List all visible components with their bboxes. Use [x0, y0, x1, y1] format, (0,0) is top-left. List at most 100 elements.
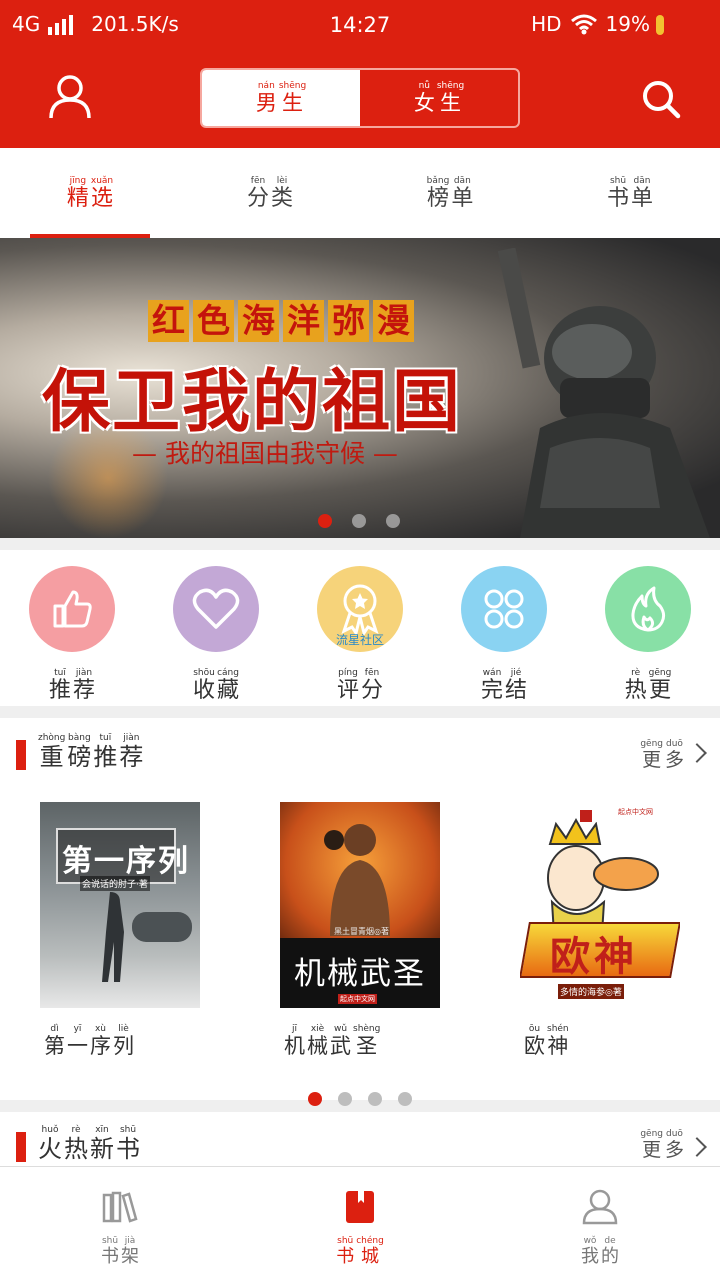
- thumbs-up-icon[interactable]: [29, 566, 115, 652]
- pinyin-reading: bàng: [68, 733, 91, 743]
- pinyin-reading: shū: [609, 175, 627, 186]
- nav-bookstore[interactable]: shū 书 chéng 城: [240, 1167, 480, 1280]
- pinyin-char: de 的: [601, 1237, 619, 1266]
- pinyin-char: dān 单: [631, 176, 653, 210]
- pinyin-reading: jià: [124, 1236, 136, 1246]
- watermark-text: 流星社区: [335, 633, 384, 647]
- tab-booklists[interactable]: shū 书 dān 单: [540, 148, 720, 238]
- pinyin-reading: wǒ: [583, 1236, 597, 1246]
- banner-dot[interactable]: [386, 514, 400, 528]
- pinyin-reading: bǎng: [426, 175, 450, 186]
- pinyin-label: nán 男 shēng 生: [256, 82, 306, 114]
- hot-new-section: huǒ 火 rè 热 xīn 新 shū 书 gēng 更 duō 多: [0, 1112, 720, 1172]
- hanzi-char: 欧: [524, 1034, 545, 1058]
- recommend-books: 第一序列 会说话的肘子·著 dì 第 yī 一 xù 序 liè 列 机械武圣 黑土冒青烟◎著 起点中文…: [0, 802, 720, 1057]
- pinyin-reading: xiè: [310, 1024, 325, 1034]
- book-cover[interactable]: 欧神 多情的海参◎著 起点中文网: [520, 802, 680, 1008]
- book-title[interactable]: jī 机 xiè 械 wǔ 武 shèng 圣: [284, 1016, 380, 1057]
- user-icon[interactable]: [48, 74, 92, 120]
- chevron-right-icon[interactable]: [687, 743, 707, 763]
- top-nav: nán 男 shēng 生 nǚ 女 shēng 生: [0, 60, 720, 140]
- banner-tag-char: 海: [238, 300, 279, 342]
- hanzi-char: 更: [649, 678, 672, 703]
- hanzi-char: 书: [101, 1246, 119, 1267]
- pinyin-char: jiàn 荐: [119, 734, 143, 770]
- search-icon[interactable]: [640, 78, 682, 120]
- banner-dot[interactable]: [318, 514, 332, 528]
- pinyin-reading: píng: [338, 668, 358, 678]
- bookshelf-icon[interactable]: [100, 1187, 140, 1237]
- banner-dot[interactable]: [352, 514, 366, 528]
- books-page-dot[interactable]: [368, 1092, 382, 1106]
- books-page-dot[interactable]: [398, 1092, 412, 1106]
- tab-female[interactable]: nǚ 女 shēng 生: [360, 70, 518, 126]
- tab-featured[interactable]: jīng 精 xuǎn 选: [0, 148, 180, 238]
- pinyin-char: nǚ 女: [414, 82, 435, 114]
- book-title[interactable]: ōu 欧 shén 神: [524, 1016, 569, 1057]
- hanzi-char: 更: [642, 749, 662, 771]
- medal-icon[interactable]: 流星社区: [317, 566, 403, 652]
- wifi-icon: [570, 14, 597, 35]
- tab-categories[interactable]: fēn 分 lèi 类: [180, 148, 360, 238]
- pinyin-char: shèng 圣: [353, 1025, 380, 1057]
- books-page-dot[interactable]: [308, 1092, 322, 1106]
- pinyin-char: jīng 精: [66, 176, 89, 211]
- hanzi-char: 书: [606, 185, 629, 211]
- quick-favorites[interactable]: shōu 收 cáng 藏: [144, 550, 288, 706]
- nav-bookshelf[interactable]: shū 书 jià 架: [0, 1167, 240, 1280]
- hanzi-char: 城: [360, 1246, 379, 1267]
- pinyin-char: yī 一: [67, 1025, 88, 1057]
- hanzi-char: 序: [90, 1034, 111, 1058]
- pinyin-char: dì 第: [44, 1025, 65, 1057]
- book-european-god[interactable]: 欧神 多情的海参◎著 起点中文网 ōu 欧 shén 神: [520, 802, 680, 1057]
- pinyin-reading: wán: [482, 668, 502, 678]
- recommend-more-link[interactable]: gēng 更 duō 多: [640, 740, 684, 770]
- book-title[interactable]: dì 第 yī 一 xù 序 liè 列: [44, 1016, 134, 1057]
- pinyin-reading: cáng: [217, 668, 239, 678]
- pinyin-label: píng 评 fēn 分: [337, 669, 383, 702]
- nav-profile[interactable]: wǒ 我 de 的: [480, 1167, 720, 1280]
- pinyin-reading: zhòng: [38, 733, 66, 743]
- pinyin-reading: rè: [71, 1125, 81, 1135]
- hanzi-char: 圣: [356, 1034, 378, 1058]
- quick-hot-updates[interactable]: rè 热 gēng 更: [576, 550, 720, 706]
- hanzi-char: 藏: [217, 678, 240, 703]
- book-first-sequence[interactable]: 第一序列 会说话的肘子·著 dì 第 yī 一 xù 序 liè 列: [40, 802, 200, 1057]
- pinyin-label: tuī 推 jiàn 荐: [49, 669, 95, 702]
- hanzi-char: 男: [255, 91, 277, 115]
- hanzi-char: 精: [66, 185, 89, 211]
- pinyin-reading: shōu: [193, 668, 215, 678]
- quick-rating[interactable]: 流星社区 píng 评 fēn 分: [288, 550, 432, 706]
- flame-icon[interactable]: [605, 566, 691, 652]
- pinyin-label: wán 完 jié 结: [481, 669, 527, 702]
- cover-title: 欧神: [550, 934, 638, 980]
- promo-banner[interactable]: 红色海洋弥漫 保卫我的祖国 — 我的祖国由我守候 —: [0, 238, 720, 538]
- books-page-dot[interactable]: [338, 1092, 352, 1106]
- bookstore-icon[interactable]: [340, 1187, 380, 1237]
- hot-new-more-link[interactable]: gēng 更 duō 多: [640, 1130, 684, 1160]
- chevron-right-icon[interactable]: [687, 1137, 707, 1157]
- tab-male[interactable]: nán 男 shēng 生: [202, 70, 360, 126]
- pinyin-label: shōu 收 cáng 藏: [193, 669, 239, 702]
- clover-icon[interactable]: [461, 566, 547, 652]
- pinyin-reading: chéng: [356, 1236, 384, 1246]
- pinyin-label: bǎng 榜 dān 单: [426, 175, 474, 210]
- book-mechanical-saint[interactable]: 机械武圣 黑土冒青烟◎著 起点中文网 jī 机 xiè 械 wǔ 武 shèng 圣: [280, 802, 440, 1057]
- heart-icon[interactable]: [173, 566, 259, 652]
- book-cover[interactable]: 机械武圣 黑土冒青烟◎著 起点中文网: [280, 802, 440, 1008]
- pinyin-char: jià 架: [121, 1237, 139, 1266]
- bottom-nav: shū 书 jià 架 shū 书 chéng 城 wǒ 我 de 的: [0, 1166, 720, 1280]
- hanzi-char: 选: [90, 185, 113, 211]
- pinyin-char: liè 列: [113, 1025, 134, 1057]
- quick-recommend[interactable]: tuī 推 jiàn 荐: [0, 550, 144, 706]
- hanzi-char: 完: [480, 678, 503, 703]
- profile-icon[interactable]: [580, 1187, 620, 1237]
- pinyin-char: shū 书: [336, 1237, 354, 1266]
- quick-completed[interactable]: wán 完 jié 结: [432, 550, 576, 706]
- pinyin-char: jī 机: [284, 1025, 305, 1057]
- tab-rankings[interactable]: bǎng 榜 dān 单: [360, 148, 540, 238]
- hanzi-char: 重: [39, 743, 64, 771]
- book-cover[interactable]: 第一序列 会说话的肘子·著: [40, 802, 200, 1008]
- pinyin-char: tuī 推: [93, 734, 117, 770]
- pinyin-reading: nán: [257, 81, 275, 91]
